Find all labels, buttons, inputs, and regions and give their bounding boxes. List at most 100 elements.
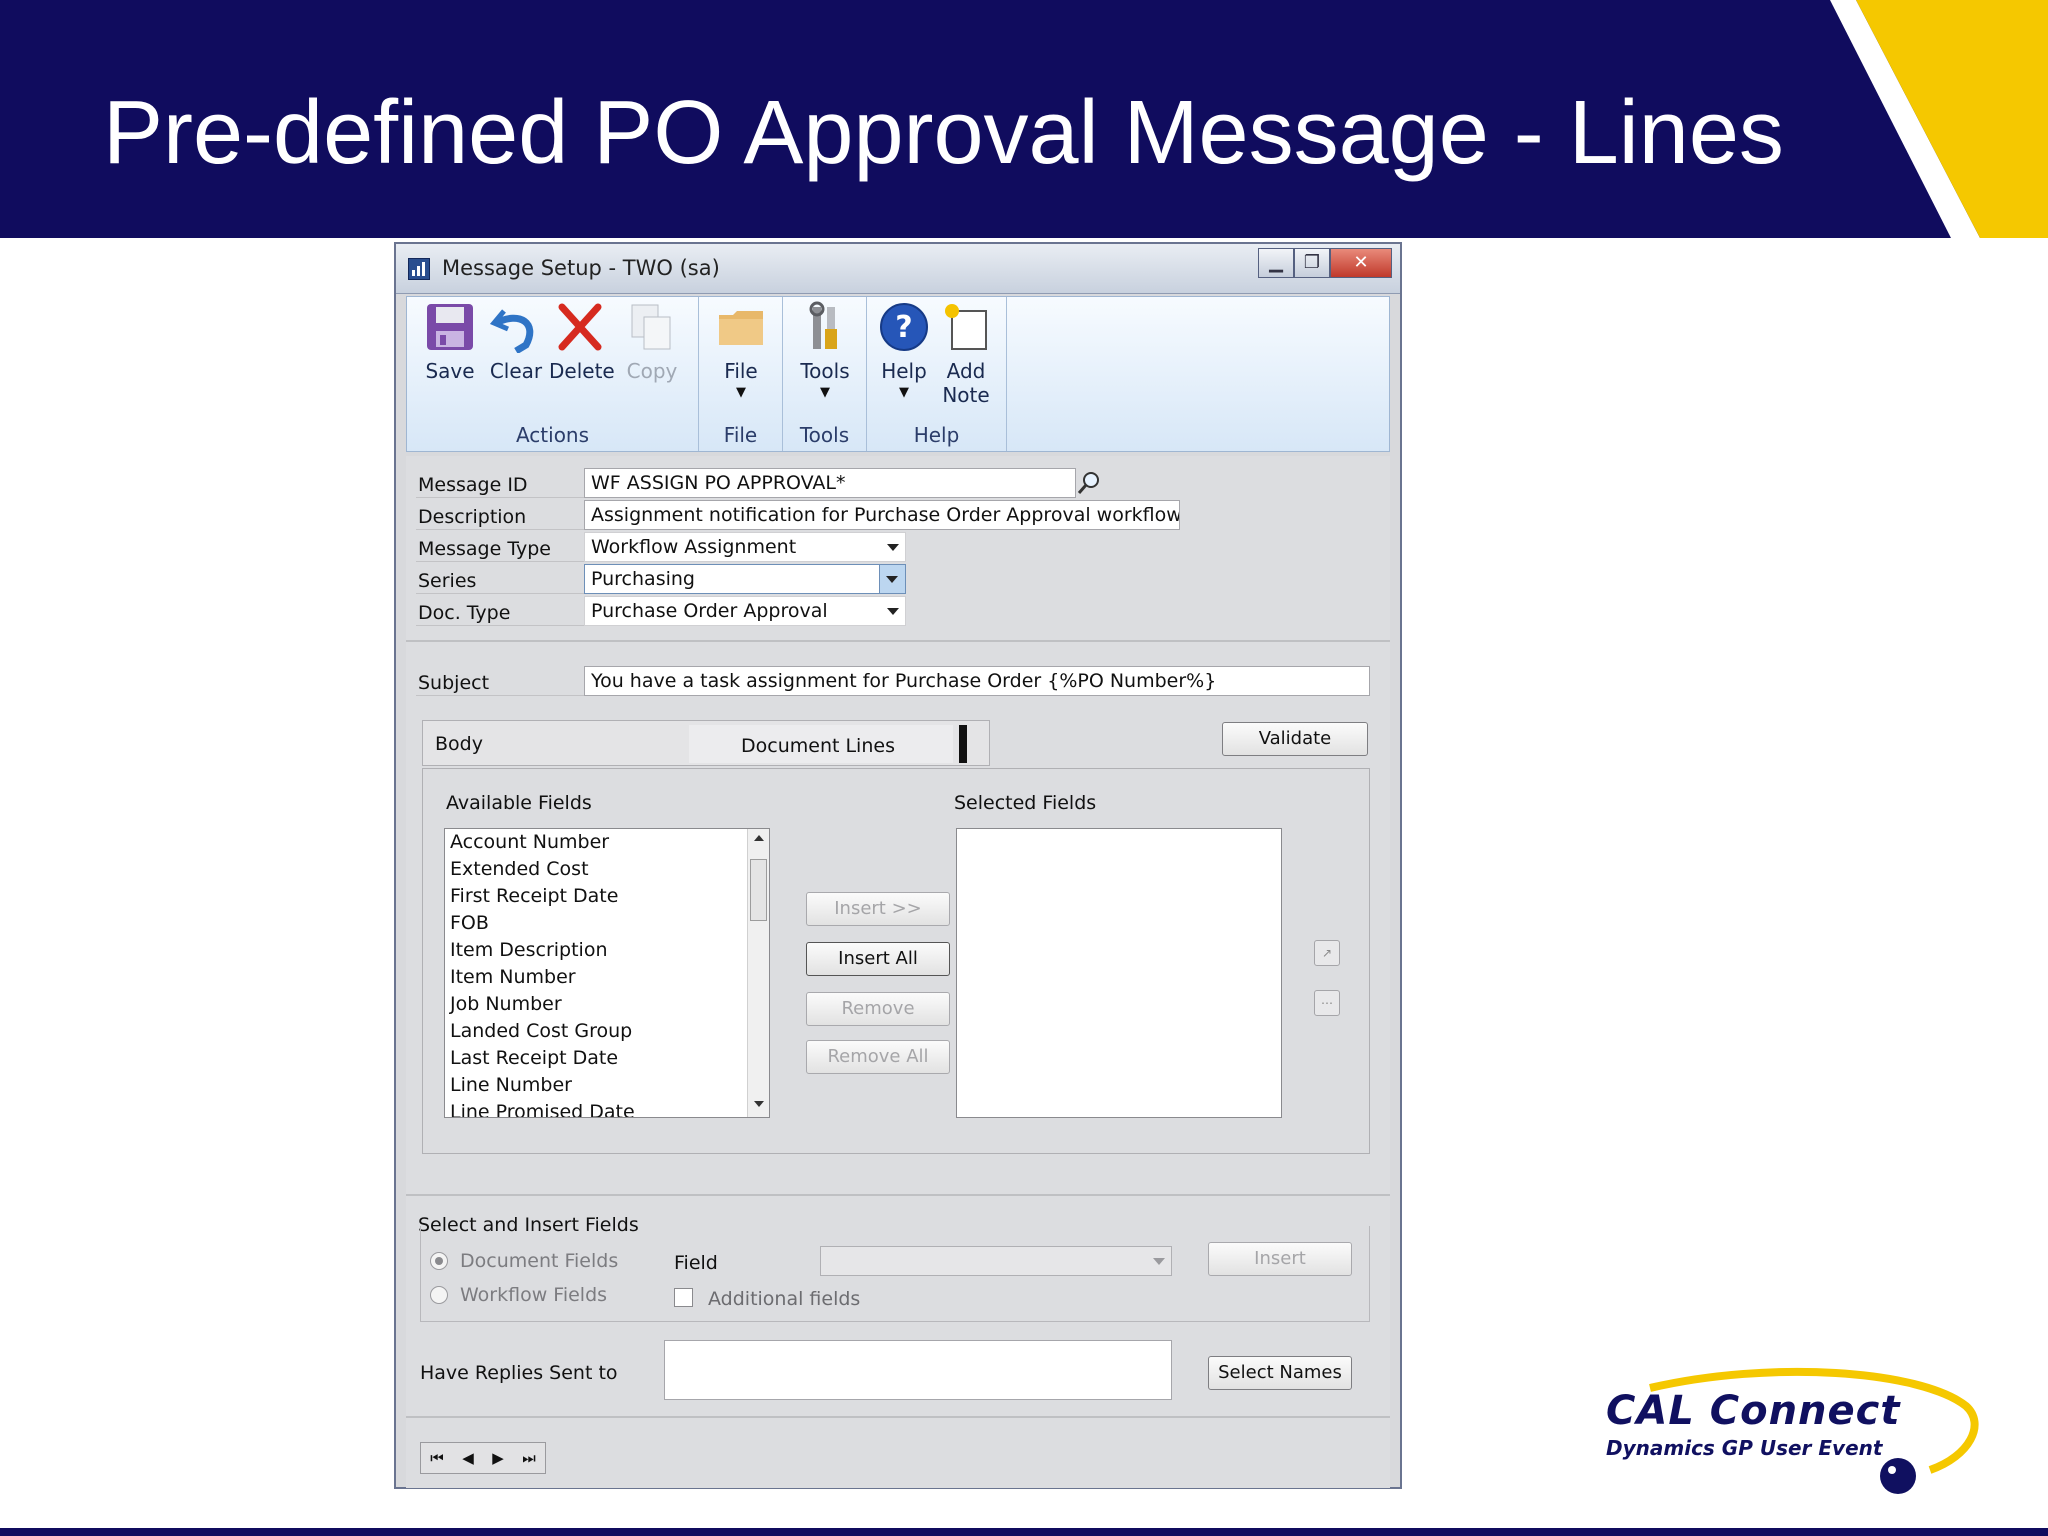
doc-type-label: Doc. Type — [418, 602, 511, 624]
list-item[interactable]: Line Promised Date — [445, 1099, 769, 1117]
field-label: Field — [674, 1252, 718, 1274]
footer-bar — [0, 1528, 2048, 1536]
move-down-icon[interactable]: ⋯ — [1314, 990, 1340, 1016]
help-question-icon: ? — [878, 301, 930, 353]
accent-stripe — [1830, 0, 2048, 240]
tab-strip: Body Document Lines — [422, 720, 990, 766]
tools-menu-button[interactable]: Tools ▼ — [794, 301, 856, 400]
list-item[interactable]: Last Receipt Date — [445, 1045, 769, 1072]
workflow-fields-label: Workflow Fields — [460, 1284, 608, 1306]
actions-group-label: Actions — [515, 423, 590, 447]
tab-document-lines[interactable]: Document Lines — [741, 735, 895, 757]
insert-button[interactable]: Insert >> — [806, 892, 950, 926]
list-item[interactable]: Extended Cost — [445, 856, 769, 883]
slide-title: Pre-defined PO Approval Message - Lines — [103, 83, 1784, 183]
chevron-down-icon: ▼ — [736, 385, 746, 400]
save-icon — [424, 301, 476, 353]
tools-label: Tools — [800, 359, 850, 383]
help-label: Help — [881, 359, 927, 383]
minimize-button[interactable]: ▁ — [1258, 248, 1294, 278]
save-button[interactable]: Save — [419, 301, 481, 383]
window-title: Message Setup - TWO (sa) — [442, 256, 720, 280]
doc-type-value: Purchase Order Approval — [591, 600, 828, 622]
available-fields-list[interactable]: Account Number Extended Cost First Receipt… — [444, 828, 770, 1118]
list-item[interactable]: FOB — [445, 910, 769, 937]
file-group-label: File — [723, 423, 758, 447]
doc-type-select[interactable]: Purchase Order Approval — [584, 596, 906, 626]
cal-connect-logo: CAL Connect Dynamics GP User Event — [1590, 1360, 1990, 1500]
help-menu-button[interactable]: ? Help ▼ — [873, 301, 935, 400]
form-body: Message ID WF ASSIGN PO APPROVAL* Descri… — [406, 456, 1390, 1488]
undo-icon — [489, 301, 542, 355]
description-field[interactable]: Assignment notification for Purchase Ord… — [584, 500, 1180, 530]
message-type-label: Message Type — [418, 538, 551, 560]
message-id-field[interactable]: WF ASSIGN PO APPROVAL* — [584, 468, 1076, 498]
tab-body[interactable]: Body — [435, 733, 483, 755]
copy-label: Copy — [626, 359, 678, 383]
list-item[interactable]: Item Description — [445, 937, 769, 964]
slide: Pre-defined PO Approval Message - Lines … — [0, 0, 2048, 1536]
copy-button[interactable]: Copy — [621, 301, 683, 383]
list-item[interactable]: First Receipt Date — [445, 883, 769, 910]
tools-icon — [799, 301, 851, 353]
chevron-down-icon — [887, 544, 899, 551]
message-id-label: Message ID — [418, 474, 528, 496]
divider — [406, 640, 1390, 642]
scroll-down-icon[interactable] — [754, 1101, 764, 1107]
ribbon-group-file: File ▼ File — [699, 297, 783, 451]
file-menu-button[interactable]: File ▼ — [710, 301, 772, 400]
description-label: Description — [418, 506, 527, 528]
select-names-button[interactable]: Select Names — [1208, 1356, 1352, 1390]
close-button[interactable]: ✕ — [1330, 248, 1392, 278]
delete-button[interactable]: Delete — [549, 301, 615, 383]
ribbon-group-tools: Tools ▼ Tools — [783, 297, 867, 451]
document-fields-radio[interactable] — [430, 1252, 448, 1270]
move-up-icon[interactable]: ↗ — [1314, 940, 1340, 966]
list-item[interactable]: Job Number — [445, 991, 769, 1018]
replies-field[interactable] — [664, 1340, 1172, 1400]
field-insert-button[interactable]: Insert — [1208, 1242, 1352, 1276]
file-label: File — [724, 359, 758, 383]
scroll-thumb[interactable] — [750, 859, 767, 921]
insert-all-button[interactable]: Insert All — [806, 942, 950, 976]
ribbon-toolbar: Save Clear Delete Copy Actions File ▼ Fi… — [406, 296, 1390, 452]
chevron-down-icon — [887, 608, 899, 615]
selected-fields-list[interactable] — [956, 828, 1282, 1118]
chevron-down-icon: ▼ — [899, 385, 909, 400]
series-select[interactable]: Purchasing — [584, 564, 906, 594]
scrollbar[interactable] — [747, 829, 769, 1117]
validate-button[interactable]: Validate — [1222, 722, 1368, 756]
folder-icon — [715, 301, 767, 353]
list-item[interactable]: Account Number — [445, 829, 769, 856]
tools-group-label: Tools — [799, 423, 850, 447]
last-record-icon[interactable]: ⏭ — [522, 1449, 536, 1467]
add-note-button[interactable]: Add Note — [935, 301, 997, 407]
logo-subtitle: Dynamics GP User Event — [1606, 1436, 1883, 1460]
logo-title: CAL Connect — [1606, 1388, 1901, 1434]
message-setup-window: Message Setup - TWO (sa) ▁ ❐ ✕ Save Clea… — [394, 242, 1402, 1489]
lookup-magnifier-icon[interactable] — [1076, 469, 1102, 497]
list-item[interactable]: Item Number — [445, 964, 769, 991]
maximize-button[interactable]: ❐ — [1294, 248, 1330, 278]
workflow-fields-radio[interactable] — [430, 1286, 448, 1304]
previous-record-icon[interactable]: ◀ — [462, 1449, 474, 1467]
selected-fields-label: Selected Fields — [954, 792, 1097, 814]
series-label: Series — [418, 570, 477, 592]
window-titlebar: Message Setup - TWO (sa) ▁ ❐ ✕ — [396, 244, 1400, 294]
clear-button[interactable]: Clear — [485, 301, 547, 383]
subject-field[interactable]: You have a task assignment for Purchase … — [584, 666, 1370, 696]
list-item[interactable]: Line Number — [445, 1072, 769, 1099]
list-item[interactable]: Landed Cost Group — [445, 1018, 769, 1045]
scroll-up-icon[interactable] — [754, 835, 764, 841]
remove-all-button[interactable]: Remove All — [806, 1040, 950, 1074]
first-record-icon[interactable]: ⏮ — [430, 1449, 444, 1467]
subject-label: Subject — [418, 672, 490, 694]
next-record-icon[interactable]: ▶ — [492, 1449, 504, 1467]
add-note-label-1: Add — [946, 359, 986, 383]
add-note-label-2: Note — [942, 383, 990, 407]
message-type-select[interactable]: Workflow Assignment — [584, 532, 906, 562]
additional-fields-checkbox[interactable] — [674, 1288, 693, 1307]
field-select[interactable] — [820, 1246, 1172, 1276]
remove-button[interactable]: Remove — [806, 992, 950, 1026]
help-group-label: Help — [913, 423, 960, 447]
